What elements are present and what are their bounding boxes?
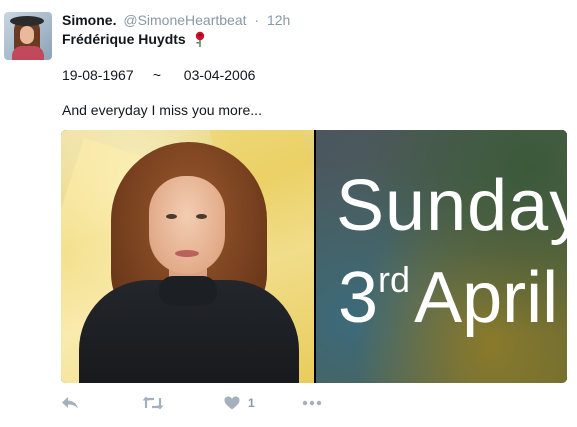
date-photo-weekday: Sunday xyxy=(336,166,567,246)
media-grid[interactable]: Sunday 3rdApril xyxy=(61,130,567,383)
user-handle[interactable]: @SimoneHeartbeat xyxy=(123,12,246,28)
photo-eye xyxy=(196,214,207,219)
reply-button[interactable] xyxy=(61,394,79,412)
tweet-name-text: Frédérique Huydts xyxy=(62,31,186,47)
rose-icon xyxy=(195,31,204,47)
portrait-photo[interactable] xyxy=(61,130,314,383)
heart-icon xyxy=(224,396,240,410)
tweet-actions: 1 xyxy=(61,394,361,414)
like-count: 1 xyxy=(248,396,255,410)
photo-eye xyxy=(166,214,177,219)
avatar-hat xyxy=(10,16,44,26)
like-button[interactable]: 1 xyxy=(224,394,255,412)
tweet: Simone. @SimoneHeartbeat · 12h Frédériqu… xyxy=(0,0,577,427)
date-photo-date: 3rdApril xyxy=(338,259,558,335)
date-photo-day: 3 xyxy=(338,258,379,338)
photo-collar xyxy=(159,276,217,306)
date-photo-month: April xyxy=(414,258,559,338)
retweet-button[interactable] xyxy=(142,394,164,412)
retweet-icon xyxy=(142,396,164,410)
more-icon xyxy=(302,400,322,406)
date-tilde: ~ xyxy=(152,67,162,83)
more-button[interactable] xyxy=(302,394,322,412)
reply-icon xyxy=(62,397,78,409)
avatar-face xyxy=(20,26,34,44)
date-end: 03-04-2006 xyxy=(183,67,256,83)
avatar[interactable] xyxy=(4,12,52,60)
photo-face xyxy=(149,176,225,274)
tweet-header: Simone. @SimoneHeartbeat · 12h xyxy=(62,12,290,28)
date-photo-suffix: rd xyxy=(378,259,411,300)
tweet-dates: 19-08-1967 ~ 03-04-2006 xyxy=(62,67,255,83)
timestamp[interactable]: 12h xyxy=(267,12,290,28)
avatar-body xyxy=(12,46,44,60)
date-photo[interactable]: Sunday 3rdApril xyxy=(316,130,567,383)
separator: · xyxy=(254,12,260,28)
tweet-text-line1: Frédérique Huydts xyxy=(62,31,206,47)
date-start: 19-08-1967 xyxy=(62,67,134,83)
tweet-message: And everyday I miss you more... xyxy=(62,102,262,118)
display-name[interactable]: Simone. xyxy=(62,12,116,28)
photo-lips xyxy=(175,250,199,257)
